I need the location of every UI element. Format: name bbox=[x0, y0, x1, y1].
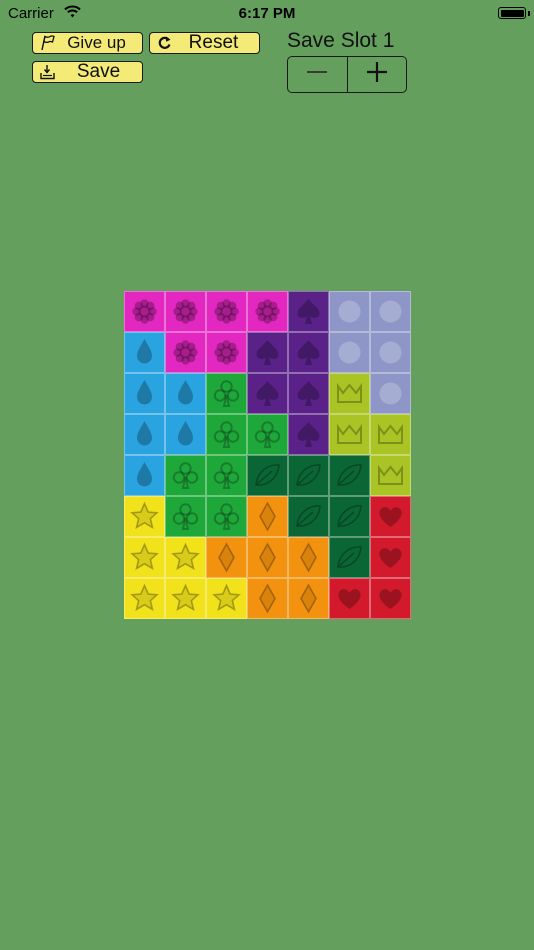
diamond-tile[interactable] bbox=[288, 537, 329, 578]
flower-tile[interactable] bbox=[247, 291, 288, 332]
circle-icon bbox=[338, 300, 361, 323]
heart-tile[interactable] bbox=[370, 496, 411, 537]
flower-icon bbox=[255, 299, 280, 324]
circle-icon bbox=[338, 341, 361, 364]
star-tile[interactable] bbox=[124, 578, 165, 619]
diamond-tile[interactable] bbox=[247, 537, 288, 578]
flower-tile[interactable] bbox=[206, 332, 247, 373]
reset-button[interactable]: Reset bbox=[149, 32, 260, 54]
circle-tile[interactable] bbox=[370, 291, 411, 332]
star-tile[interactable] bbox=[165, 537, 206, 578]
diamond-tile[interactable] bbox=[247, 496, 288, 537]
star-tile[interactable] bbox=[206, 578, 247, 619]
status-time: 6:17 PM bbox=[238, 5, 296, 22]
spade-tile[interactable] bbox=[288, 291, 329, 332]
spade-tile[interactable] bbox=[247, 373, 288, 414]
plus-icon bbox=[366, 61, 388, 88]
heart-tile[interactable] bbox=[370, 537, 411, 578]
spade-tile[interactable] bbox=[288, 414, 329, 455]
status-bar: Carrier 6:17 PM bbox=[0, 0, 534, 28]
leaf-tile[interactable] bbox=[288, 455, 329, 496]
drop-tile[interactable] bbox=[124, 332, 165, 373]
club-tile[interactable] bbox=[206, 414, 247, 455]
leaf-tile[interactable] bbox=[329, 455, 370, 496]
circle-tile[interactable] bbox=[329, 332, 370, 373]
flower-icon bbox=[173, 340, 198, 365]
leaf-tile[interactable] bbox=[247, 455, 288, 496]
crown-tile[interactable] bbox=[370, 455, 411, 496]
reset-label: Reset bbox=[188, 32, 239, 53]
flower-tile[interactable] bbox=[124, 291, 165, 332]
give-up-button[interactable]: Give up bbox=[32, 32, 143, 54]
drop-tile[interactable] bbox=[124, 373, 165, 414]
increment-slot-button[interactable] bbox=[346, 57, 407, 92]
diamond-tile[interactable] bbox=[247, 578, 288, 619]
circle-icon bbox=[379, 300, 402, 323]
club-tile[interactable] bbox=[206, 373, 247, 414]
club-tile[interactable] bbox=[247, 414, 288, 455]
flower-icon bbox=[132, 299, 157, 324]
crown-tile[interactable] bbox=[329, 373, 370, 414]
star-tile[interactable] bbox=[124, 537, 165, 578]
game-board bbox=[124, 291, 411, 619]
flower-icon bbox=[214, 299, 239, 324]
heart-tile[interactable] bbox=[329, 578, 370, 619]
diamond-tile[interactable] bbox=[288, 578, 329, 619]
give-up-label: Give up bbox=[67, 33, 126, 52]
flower-icon bbox=[214, 340, 239, 365]
flower-icon bbox=[173, 299, 198, 324]
flower-tile[interactable] bbox=[165, 332, 206, 373]
leaf-tile[interactable] bbox=[329, 496, 370, 537]
save-slot-title: Save Slot 1 bbox=[287, 29, 395, 52]
heart-tile[interactable] bbox=[370, 578, 411, 619]
circle-tile[interactable] bbox=[370, 373, 411, 414]
flower-tile[interactable] bbox=[206, 291, 247, 332]
star-tile[interactable] bbox=[165, 578, 206, 619]
spade-tile[interactable] bbox=[247, 332, 288, 373]
save-slot-stepper bbox=[287, 56, 407, 93]
save-button[interactable]: Save bbox=[32, 61, 143, 83]
drop-tile[interactable] bbox=[124, 414, 165, 455]
circle-tile[interactable] bbox=[329, 291, 370, 332]
diamond-tile[interactable] bbox=[206, 537, 247, 578]
drop-tile[interactable] bbox=[165, 414, 206, 455]
club-tile[interactable] bbox=[165, 455, 206, 496]
circle-icon bbox=[379, 341, 402, 364]
leaf-tile[interactable] bbox=[288, 496, 329, 537]
decrement-slot-button[interactable] bbox=[288, 57, 347, 92]
club-tile[interactable] bbox=[165, 496, 206, 537]
crown-tile[interactable] bbox=[329, 414, 370, 455]
minus-icon bbox=[306, 61, 328, 88]
flower-tile[interactable] bbox=[165, 291, 206, 332]
spade-tile[interactable] bbox=[288, 373, 329, 414]
spade-tile[interactable] bbox=[288, 332, 329, 373]
drop-tile[interactable] bbox=[165, 373, 206, 414]
star-tile[interactable] bbox=[124, 496, 165, 537]
leaf-tile[interactable] bbox=[329, 537, 370, 578]
circle-icon bbox=[379, 382, 402, 405]
circle-tile[interactable] bbox=[370, 332, 411, 373]
save-label: Save bbox=[76, 61, 121, 82]
drop-tile[interactable] bbox=[124, 455, 165, 496]
club-tile[interactable] bbox=[206, 455, 247, 496]
crown-tile[interactable] bbox=[370, 414, 411, 455]
battery-icon bbox=[498, 7, 530, 19]
club-tile[interactable] bbox=[206, 496, 247, 537]
